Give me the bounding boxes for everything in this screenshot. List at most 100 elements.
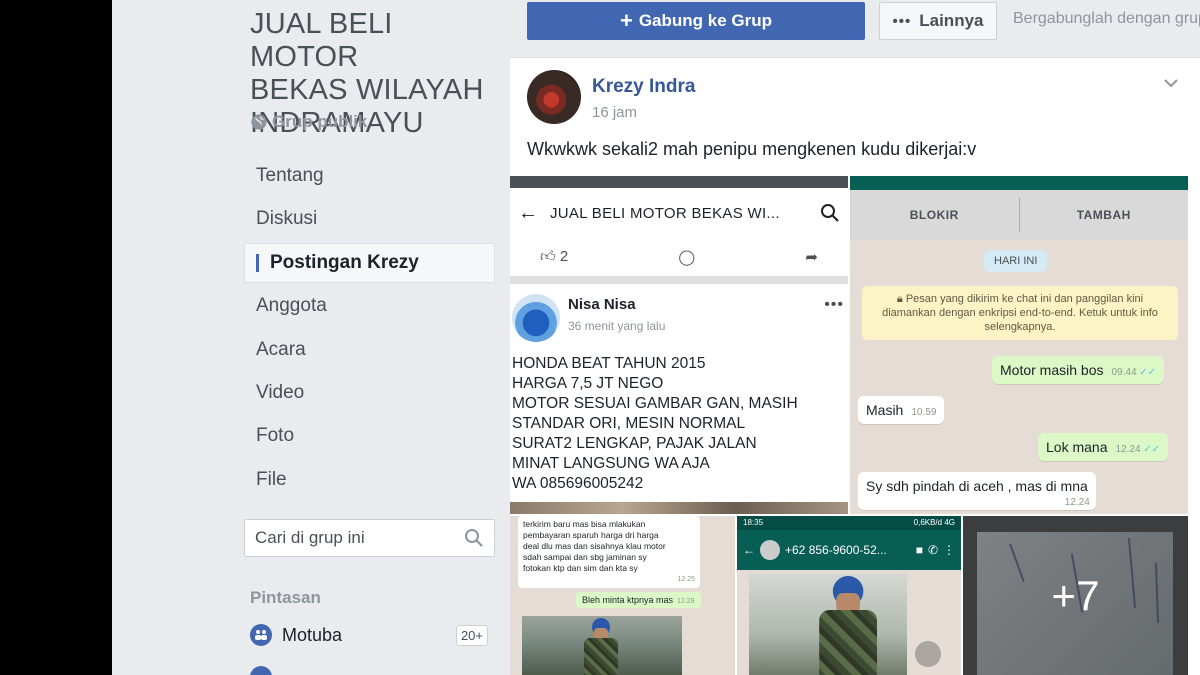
wa-message-line: fotokan ktp dan sim dan kta sy (523, 563, 638, 573)
group-title-line: BEKAS WILAYAH (250, 74, 484, 106)
nav-item-label: Postingan Krezy (270, 251, 419, 273)
group-sidebar: JUAL BELI MOTOR BEKAS WILAYAH INDRAMAYU … (112, 0, 510, 675)
double-check-icon: ✓✓ (1139, 367, 1157, 378)
phone-status-bar: 18:35 0,6KB/d 4G (737, 516, 961, 530)
share-icon: ➦ (805, 249, 818, 266)
facebook-group-page: JUAL BELI MOTOR BEKAS WILAYAH INDRAMAYU … (112, 0, 1200, 675)
nav-item-acara[interactable]: Acara (244, 330, 495, 370)
contact-avatar (760, 540, 780, 560)
chevron-down-icon[interactable] (1162, 74, 1180, 92)
more-photos-overlay[interactable]: +7 (963, 516, 1188, 675)
ad-line: SURAT2 LENGKAP, PAJAK JALAN (512, 435, 757, 452)
join-group-button[interactable]: + Gabung ke Grup (527, 2, 865, 40)
screen: JUAL BELI MOTOR BEKAS WILAYAH INDRAMAYU … (0, 0, 1200, 675)
nav-item-video[interactable]: Video (244, 373, 495, 413)
photo-strip (510, 502, 848, 514)
screenshot-header: ← JUAL BELI MOTOR BEKAS WI... (510, 188, 848, 238)
nav-item-file[interactable]: File (244, 460, 495, 500)
post-card: Krezy Indra 16 jam Wkwkwk sekali2 mah pe… (510, 57, 1200, 675)
post-author[interactable]: Krezy Indra (592, 76, 695, 98)
status-time: 18:35 (743, 518, 764, 527)
ad-line: STANDAR ORI, MESIN NORMAL (512, 415, 746, 432)
post-text: Wkwkwk sekali2 mah penipu mengkenen kudu… (527, 139, 977, 159)
group-search-input[interactable] (255, 528, 464, 548)
share-icon (915, 641, 941, 667)
like-reaction: 👍︎ 2 (540, 248, 568, 266)
wa-message-in: Masih 10.59 (858, 396, 945, 424)
wa-message-text: Sy sdh pindah di aceh , mas di mna (866, 478, 1088, 494)
nav-item-anggota[interactable]: Anggota (244, 286, 495, 326)
wa-message-time: 12.25 (677, 576, 695, 583)
nav-item-label: Video (256, 381, 305, 403)
group-icon (250, 624, 272, 646)
wa-message-line: terkirim baru mas bisa mlakukan (523, 519, 646, 529)
ad-line: HARGA 7,5 JT NEGO (512, 375, 664, 392)
wa-message-in: terkirim baru mas bisa mlakukan pembayar… (518, 516, 700, 588)
wa-message-time: 10.59 (911, 407, 937, 418)
more-dots-icon: ••• (824, 296, 844, 313)
wa-chat-header: ← +62 856-9600-52... ■ ✆ ⋮ (737, 530, 961, 570)
post-photo-4[interactable]: 18:35 0,6KB/d 4G ← +62 856-9600-52... ■ ✆… (737, 516, 961, 675)
shortcut-motuba[interactable]: Motuba 20+ (250, 620, 490, 650)
wa-status-bar (850, 176, 1188, 190)
dark-strip (510, 176, 848, 188)
wa-message-text: Bleh minta ktpnya mas (582, 595, 674, 605)
soldier-figure (809, 576, 887, 675)
post-photo-2[interactable]: BLOKIR TAMBAH HARI INI 🔒︎ Pesan yang dik… (850, 176, 1188, 514)
wa-day-label: HARI INI (984, 250, 1048, 272)
group-privacy-label: Grup publik (272, 112, 368, 131)
wa-message-time: 12.24 (1064, 497, 1090, 508)
group-search (244, 519, 495, 557)
nav-item-foto[interactable]: Foto (244, 416, 495, 456)
group-icon (250, 666, 272, 675)
nav-item-label: File (256, 468, 287, 490)
wa-encryption-notice: 🔒︎ Pesan yang dikirim ke chat ini dan pa… (862, 286, 1178, 340)
more-dots-icon: ••• (892, 12, 912, 30)
post-photo-1[interactable]: ← JUAL BELI MOTOR BEKAS WI... 👍︎ 2 ◯ ➦ N… (510, 176, 848, 514)
more-button[interactable]: ••• Lainnya (879, 2, 997, 40)
wa-actions-bar: BLOKIR TAMBAH (850, 190, 1188, 240)
shortcut-item[interactable] (250, 662, 490, 675)
reaction-bar: 👍︎ 2 ◯ ➦ (510, 238, 848, 276)
more-photos-count: +7 (1051, 572, 1100, 619)
search-icon (821, 204, 839, 222)
poster-name: Nisa Nisa (568, 296, 636, 313)
wa-message-out: Lok mana 12.24 ✓✓ (1038, 433, 1169, 461)
post-timestamp[interactable]: 16 jam (592, 104, 637, 121)
post-photo-5[interactable]: +7 (963, 516, 1188, 675)
wa-message-line: sdah sampai dan sbg jaminan sy (523, 552, 647, 562)
contact-number: +62 856-9600-52... (785, 543, 887, 557)
like-count: 2 (559, 248, 569, 265)
plus-icon: + (619, 8, 633, 33)
globe-icon (251, 114, 267, 130)
wa-message-time: 12.24 (1115, 444, 1141, 455)
back-arrow-icon: ← (518, 201, 538, 224)
back-arrow-icon: ← (743, 543, 755, 557)
group-title-line: JUAL BELI MOTOR (250, 8, 393, 73)
group-nav: Tentang Diskusi Postingan Krezy Anggota … (244, 156, 495, 503)
shortcuts-title: Pintasan (250, 588, 321, 607)
shortcut-count-badge: 20+ (455, 624, 488, 646)
wa-message-time: 09.44 (1111, 367, 1137, 378)
wa-add-label: TAMBAH (1076, 208, 1131, 222)
group-privacy: Grup publik (250, 112, 367, 132)
soldier-figure (578, 618, 624, 675)
nav-item-diskusi[interactable]: Diskusi (244, 199, 495, 239)
join-hint-text: Bergabunglah dengan grup (1013, 10, 1200, 27)
wa-message-text: Masih (866, 402, 904, 418)
video-call-icon: ■ (915, 543, 923, 557)
post-photo-3[interactable]: terkirim baru mas bisa mlakukan pembayar… (510, 516, 735, 675)
divider (510, 276, 848, 284)
wa-message-out: Bleh minta ktpnya mas 12.29 (576, 592, 701, 608)
search-icon[interactable] (464, 528, 484, 548)
author-avatar[interactable] (527, 70, 581, 124)
ad-line: MINAT LANGSUNG WA AJA (512, 455, 710, 472)
thumbs-up-icon: 👍︎ (540, 248, 556, 265)
more-label: Lainnya (919, 11, 984, 30)
nav-item-tentang[interactable]: Tentang (244, 156, 495, 196)
nav-item-label: Tentang (256, 165, 324, 186)
wa-message-in: Sy sdh pindah di aceh , mas di mna 12.24 (858, 472, 1096, 510)
nav-item-postingan-krezy[interactable]: Postingan Krezy (244, 242, 495, 283)
comment-icon: ◯ (678, 249, 696, 266)
ad-body: HONDA BEAT TAHUN 2015 HARGA 7,5 JT NEGO … (512, 354, 848, 494)
